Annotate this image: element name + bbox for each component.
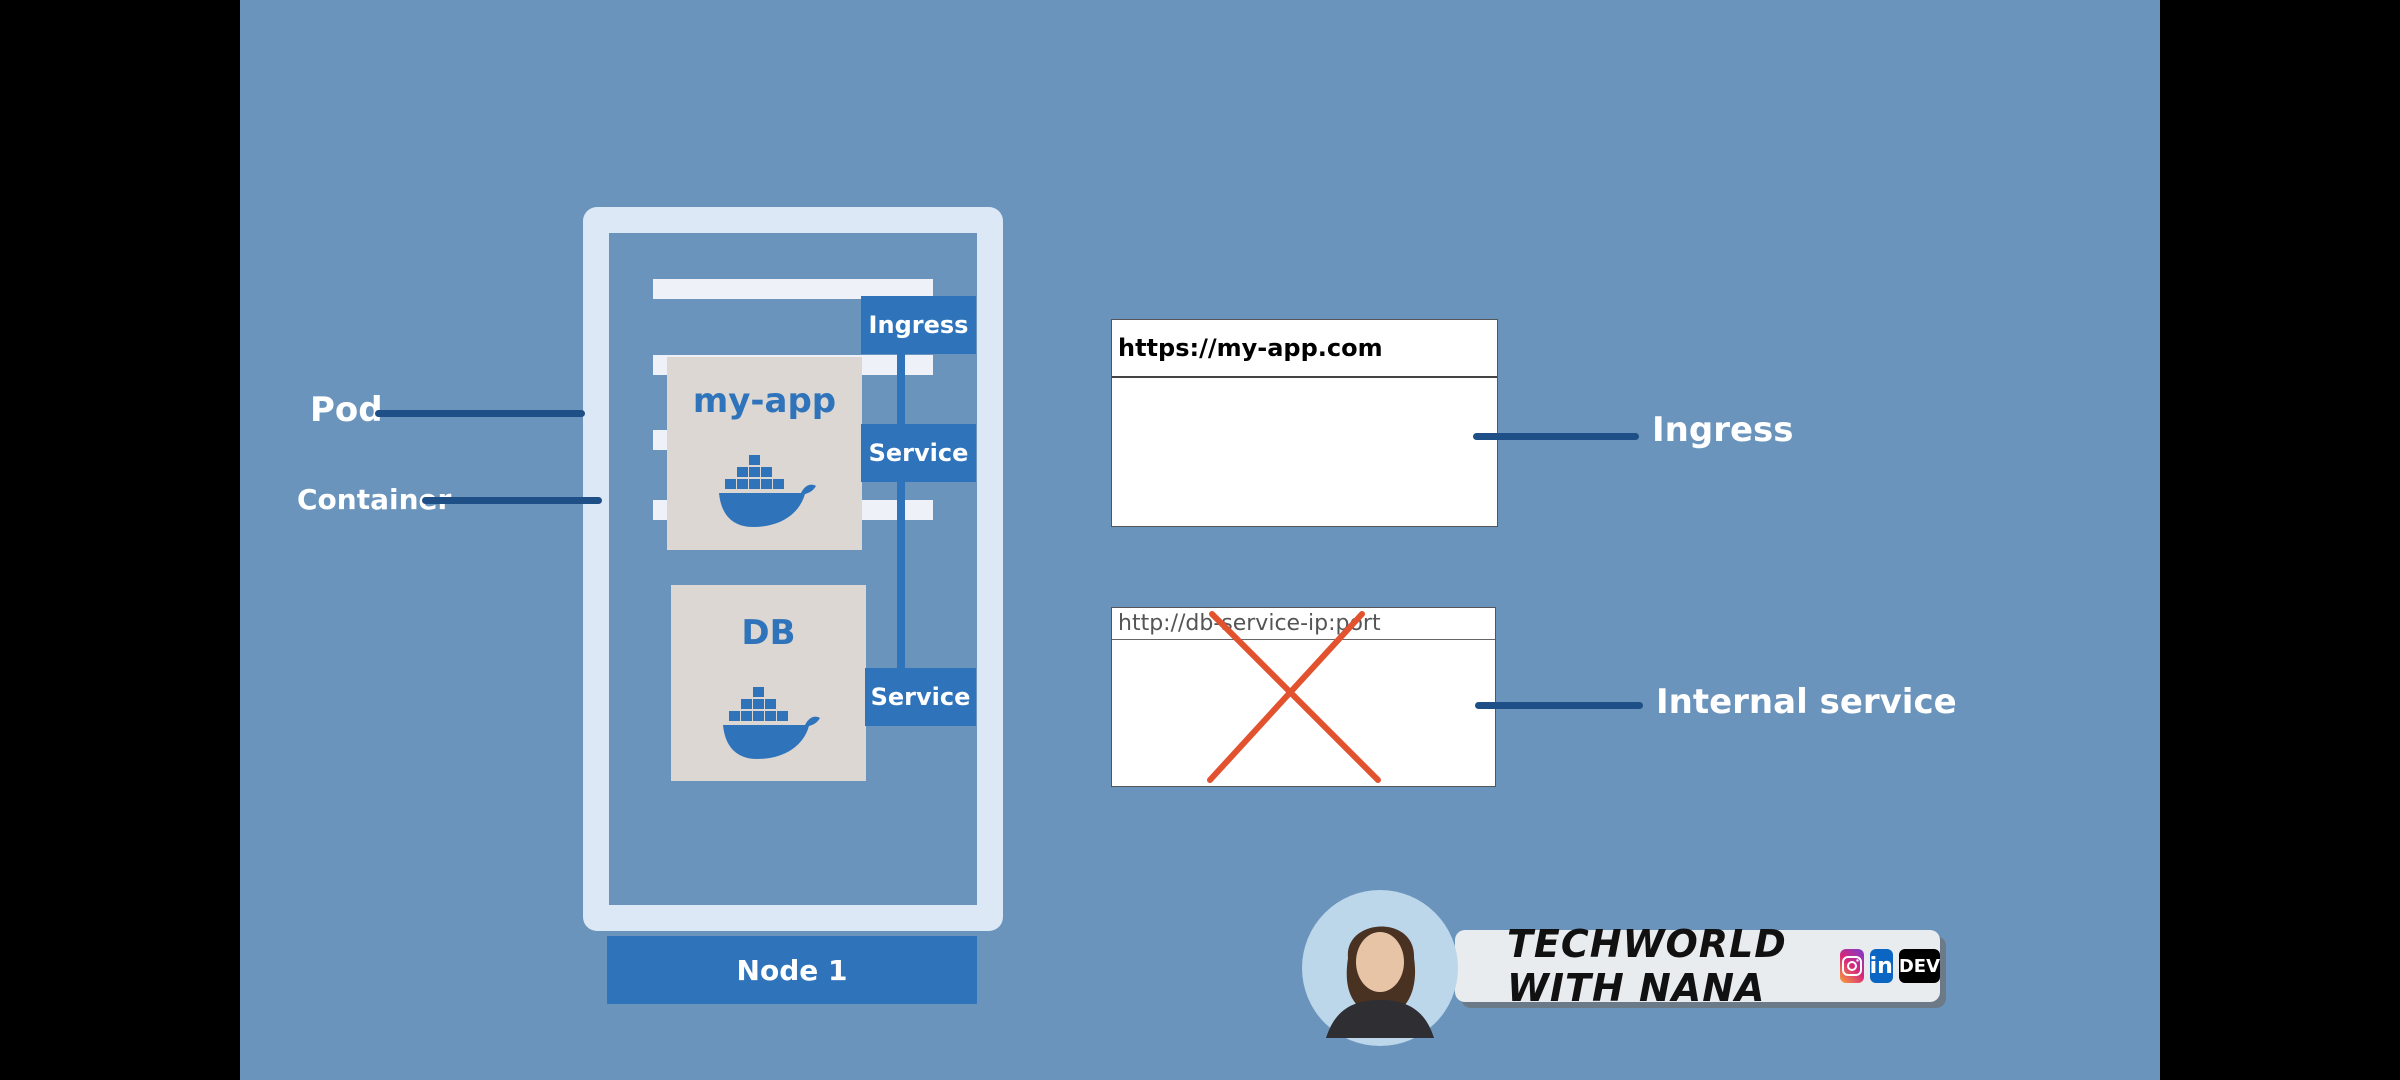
diagram-canvas: Node 1 my-app DB Ingress Service Service…	[240, 0, 2160, 1080]
public-url-bar: https://my-app.com	[1112, 320, 1497, 378]
instagram-icon[interactable]	[1839, 949, 1864, 983]
linkedin-icon[interactable]: in	[1869, 949, 1893, 983]
pod-title: DB	[741, 613, 796, 653]
internal-pointer	[1475, 702, 1643, 709]
dev-icon[interactable]: DEV	[1898, 949, 1940, 983]
docker-whale-icon	[723, 687, 820, 759]
public-browser-window: https://my-app.com	[1111, 319, 1498, 527]
node-label: Node 1	[607, 936, 977, 1004]
service-tag-app: Service	[861, 424, 976, 482]
cross-icon	[1207, 611, 1381, 783]
container-pointer	[422, 497, 602, 504]
pod-title: my-app	[692, 381, 837, 421]
internal-service-label: Internal service	[1656, 682, 1957, 722]
service-tag-db: Service	[865, 668, 976, 726]
pod-my-app: my-app	[667, 357, 862, 550]
connector-line	[897, 330, 905, 700]
channel-name: TECHWORLD WITH NANA	[1507, 922, 1787, 1010]
pod-label: Pod	[310, 390, 383, 430]
ingress-pointer	[1473, 433, 1639, 440]
ingress-tag: Ingress	[861, 296, 976, 354]
avatar	[1302, 890, 1458, 1046]
ingress-label: Ingress	[1652, 410, 1794, 450]
pod-db: DB	[671, 585, 866, 781]
pod-pointer	[375, 410, 585, 417]
docker-whale-icon	[719, 455, 816, 527]
channel-banner: TECHWORLD WITH NANA in DEV	[1455, 922, 1940, 1010]
